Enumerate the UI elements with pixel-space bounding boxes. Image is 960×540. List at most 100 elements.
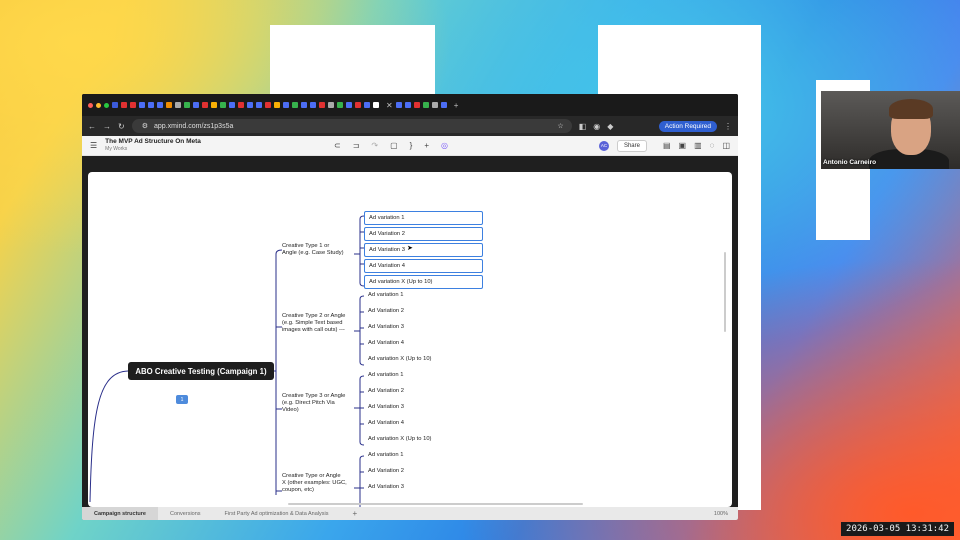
tab-favicon[interactable] <box>274 102 280 108</box>
site-info-icon[interactable]: ⚙ <box>142 122 148 130</box>
minimize-window-button[interactable] <box>96 102 101 108</box>
tab-favicon[interactable] <box>175 102 181 108</box>
relationship-icon[interactable]: ↷ <box>371 141 378 150</box>
leaf-topic[interactable]: Ad Variation 3 <box>368 324 404 330</box>
tab-favicon[interactable] <box>337 102 343 108</box>
leaf-topic[interactable]: Ad Variation 4 <box>364 259 483 273</box>
tab-favicon[interactable] <box>256 102 262 108</box>
tab-favicon[interactable] <box>346 102 352 108</box>
maximize-window-button[interactable] <box>104 102 109 108</box>
tab-favicon[interactable] <box>319 102 325 108</box>
tab-favicon[interactable] <box>121 102 127 108</box>
insert-icon[interactable]: + <box>424 141 429 150</box>
tab-favicon[interactable] <box>229 102 235 108</box>
tab-favicon[interactable] <box>238 102 244 108</box>
topic-count-badge[interactable]: 1 <box>176 395 188 404</box>
leaf-topic[interactable]: Ad Variation 3 <box>368 484 404 490</box>
tab-favicon[interactable] <box>404 102 411 108</box>
tab-favicon[interactable] <box>166 102 172 108</box>
leaf-topic[interactable]: Ad Variation 2 <box>368 308 404 314</box>
tab-favicon[interactable] <box>148 102 154 108</box>
tab-favicon[interactable] <box>310 102 316 108</box>
subtopic-icon[interactable]: ⊐ <box>353 141 360 150</box>
add-sheet-button[interactable]: + <box>340 507 369 520</box>
sheet-tab[interactable]: First Party Ad optimization & Data Analy… <box>213 507 341 520</box>
leaf-topic[interactable]: Ad variation X (Up to 10) <box>368 436 431 442</box>
tab-favicon[interactable] <box>265 102 271 108</box>
leaf-topic[interactable]: Ad variation 1 <box>368 372 403 378</box>
leaf-topic[interactable]: Ad variation 1 <box>364 211 483 225</box>
tab-favicon[interactable] <box>413 102 420 108</box>
tab-favicon[interactable] <box>431 102 438 108</box>
forward-icon[interactable]: → <box>103 122 111 131</box>
branch-topic-2[interactable]: Creative Type 2 or Angle (e.g. Simple Te… <box>282 313 345 335</box>
summary-icon[interactable]: } <box>410 141 413 150</box>
branch-topic-1[interactable]: Creative Type 1 or Angle (e.g. Case Stud… <box>282 243 344 257</box>
notes-icon[interactable]: ▥ <box>694 141 702 150</box>
central-topic[interactable]: ABO Creative Testing (Campaign 1) <box>128 362 274 380</box>
ai-icon[interactable]: ◎ <box>441 141 448 150</box>
extension-icon[interactable]: ◆ <box>607 122 613 131</box>
tab-favicon[interactable] <box>211 102 217 108</box>
avatar[interactable]: AC <box>598 140 609 151</box>
tab-favicon[interactable] <box>139 102 145 108</box>
tab-favicon-active[interactable] <box>373 102 379 108</box>
leaf-topic[interactable]: Ad Variation 4 <box>368 420 404 426</box>
hamburger-menu-icon[interactable]: ☰ <box>90 141 97 150</box>
url-field[interactable]: ⚙ app.xmind.com/zs1p3s5a ☆ <box>131 119 572 133</box>
leaf-topic[interactable]: Ad Variation 3 <box>368 404 404 410</box>
sheet-tab[interactable]: Campaign structure <box>82 507 158 520</box>
reload-icon[interactable]: ↻ <box>118 122 125 131</box>
new-tab-icon[interactable]: + <box>454 101 459 110</box>
format-icon[interactable]: ▤ <box>663 141 671 150</box>
action-required-button[interactable]: Action Required <box>658 120 717 132</box>
document-title-block[interactable]: The MVP Ad Structure On Meta My Works <box>105 138 201 153</box>
tab-favicon[interactable] <box>422 102 429 108</box>
tab-favicon[interactable] <box>157 102 163 108</box>
extension-icon[interactable]: ◉ <box>593 122 600 131</box>
tab-favicon[interactable] <box>283 102 289 108</box>
sheet-tab[interactable]: Conversions <box>158 507 213 520</box>
bookmark-star-icon[interactable]: ☆ <box>557 122 563 130</box>
leaf-topic[interactable]: Ad Variation 2 <box>368 468 404 474</box>
comments-icon[interactable]: ◌ <box>710 141 715 150</box>
branch-topic-3[interactable]: Creative Type 3 or Angle (e.g. Direct Pi… <box>282 393 345 415</box>
tab-favicon[interactable] <box>292 102 298 108</box>
horizontal-scrollbar[interactable] <box>288 503 583 505</box>
extension-icon[interactable]: ◧ <box>579 122 587 131</box>
leaf-topic[interactable]: Ad Variation 4 <box>368 340 404 346</box>
close-window-button[interactable] <box>88 102 93 108</box>
leaf-topic[interactable]: Ad variation X (Up to 10) <box>368 356 431 362</box>
tab-favicon[interactable] <box>202 102 208 108</box>
close-tab-icon[interactable]: ✕ <box>386 101 393 110</box>
tab-favicon[interactable] <box>130 102 136 108</box>
leaf-topic[interactable]: Ad Variation 2 <box>368 388 404 394</box>
outline-icon[interactable]: ▣ <box>679 141 687 150</box>
leaf-topic[interactable]: Ad Variation 3 <box>364 243 483 257</box>
tab-favicon[interactable] <box>440 102 447 108</box>
share-button[interactable]: Share <box>616 139 647 152</box>
panel-icon[interactable]: ◫ <box>722 141 730 150</box>
tab-favicon[interactable] <box>328 102 334 108</box>
branch-topic-4[interactable]: Creative Type or Angle X (other examples… <box>282 473 347 495</box>
leaf-topic[interactable]: Ad Variation 2 <box>364 227 483 241</box>
tab-favicon[interactable] <box>364 102 370 108</box>
zoom-level[interactable]: 100% <box>714 511 728 517</box>
tab-favicon[interactable] <box>112 102 118 108</box>
leaf-topic[interactable]: Ad variation 1 <box>368 292 403 298</box>
tab-favicon[interactable] <box>184 102 190 108</box>
tab-favicon[interactable] <box>220 102 226 108</box>
tab-favicon[interactable] <box>355 102 361 108</box>
back-icon[interactable]: ← <box>88 122 96 131</box>
tab-favicon[interactable] <box>247 102 253 108</box>
leaf-topic[interactable]: Ad variation X (Up to 10) <box>364 275 483 289</box>
tab-favicon[interactable] <box>395 102 402 108</box>
topic-icon[interactable]: ⊂ <box>334 141 341 150</box>
leaf-topic[interactable]: Ad variation 1 <box>368 452 403 458</box>
tab-favicon[interactable] <box>301 102 307 108</box>
boundary-icon[interactable]: ▢ <box>390 141 398 150</box>
tab-favicon[interactable] <box>193 102 199 108</box>
browser-menu-icon[interactable]: ⋮ <box>724 122 732 131</box>
mindmap-canvas[interactable]: ABO Creative Testing (Campaign 1) 1 Crea… <box>88 172 732 507</box>
vertical-scrollbar[interactable] <box>724 252 726 332</box>
